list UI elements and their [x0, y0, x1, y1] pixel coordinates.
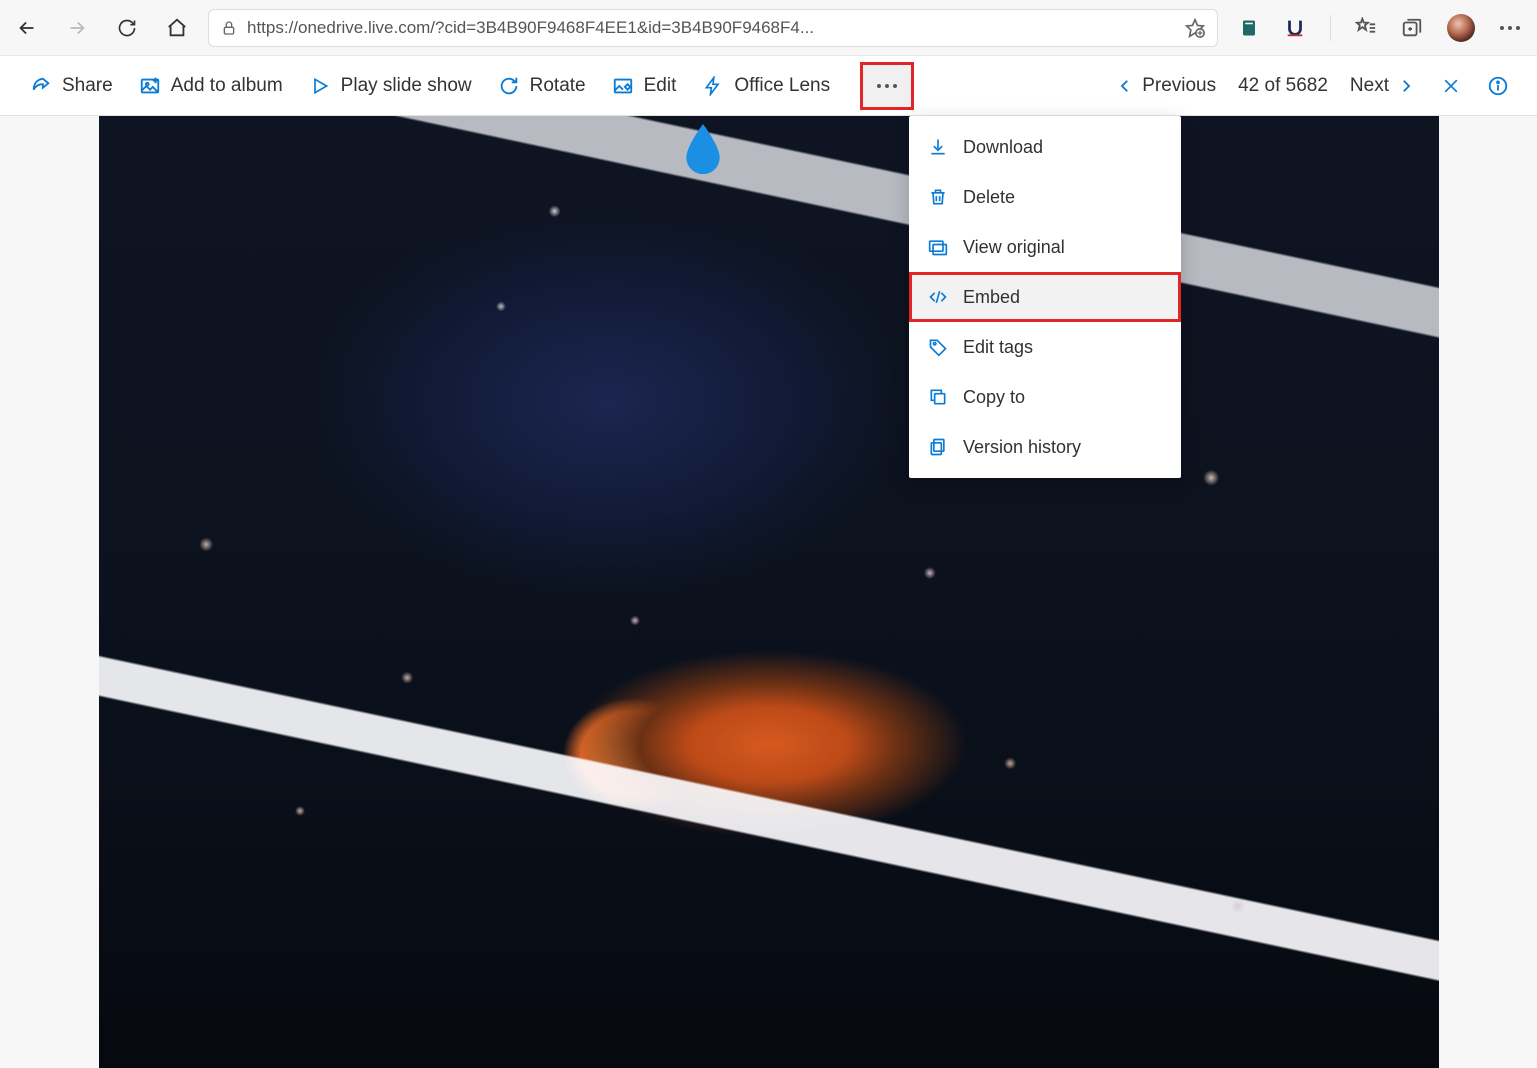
menu-edit-tags-label: Edit tags [963, 337, 1033, 358]
menu-view-original[interactable]: View original [909, 222, 1181, 272]
nav-buttons [16, 17, 188, 39]
edit-label: Edit [644, 75, 677, 97]
menu-download[interactable]: Download [909, 122, 1181, 172]
album-add-icon [139, 75, 161, 97]
menu-edit-tags[interactable]: Edit tags [909, 322, 1181, 372]
office-lens-label: Office Lens [734, 75, 830, 97]
menu-embed[interactable]: Embed [909, 272, 1181, 322]
back-button[interactable] [16, 17, 38, 39]
browser-menu-icon[interactable] [1499, 17, 1521, 39]
share-label: Share [62, 75, 113, 97]
extension-u-icon[interactable] [1284, 17, 1306, 39]
add-to-album-button[interactable]: Add to album [139, 75, 283, 97]
url-text: https://onedrive.live.com/?cid=3B4B90F94… [247, 18, 1175, 38]
edit-button[interactable]: Edit [612, 75, 677, 97]
ellipsis-icon [877, 84, 897, 88]
lock-icon [221, 20, 237, 36]
embed-icon [927, 286, 949, 308]
toolbar-right: Previous 42 of 5682 Next [1116, 75, 1509, 97]
next-button[interactable]: Next [1350, 75, 1415, 97]
rotate-icon [498, 75, 520, 97]
more-actions-menu: Download Delete View original Embed Edit… [909, 116, 1181, 478]
rotate-button[interactable]: Rotate [498, 75, 586, 97]
previous-label: Previous [1142, 75, 1216, 97]
info-button[interactable] [1487, 75, 1509, 97]
menu-delete[interactable]: Delete [909, 172, 1181, 222]
menu-copy-to-label: Copy to [963, 387, 1025, 408]
menu-view-original-label: View original [963, 237, 1065, 258]
edit-image-icon [612, 75, 634, 97]
favorite-icon[interactable] [1185, 18, 1205, 38]
rotate-label: Rotate [530, 75, 586, 97]
menu-version-history[interactable]: Version history [909, 422, 1181, 472]
view-original-icon [927, 236, 949, 258]
share-icon [30, 75, 52, 97]
share-button[interactable]: Share [30, 75, 113, 97]
more-actions-button[interactable] [860, 62, 914, 110]
photo-content[interactable] [99, 116, 1439, 1068]
menu-version-history-label: Version history [963, 437, 1081, 458]
extension-reader-icon[interactable] [1238, 17, 1260, 39]
home-button[interactable] [166, 17, 188, 39]
chevron-left-icon [1116, 77, 1134, 95]
menu-delete-label: Delete [963, 187, 1015, 208]
divider [1330, 15, 1331, 41]
collections-icon[interactable] [1401, 17, 1423, 39]
profile-avatar[interactable] [1447, 14, 1475, 42]
play-icon [309, 75, 331, 97]
browser-right-icons [1238, 14, 1521, 42]
previous-button[interactable]: Previous [1116, 75, 1216, 97]
page-index: 42 of 5682 [1238, 75, 1328, 97]
favorites-list-icon[interactable] [1355, 17, 1377, 39]
toolbar-left: Share Add to album Play slide show Rotat… [30, 62, 914, 110]
address-bar[interactable]: https://onedrive.live.com/?cid=3B4B90F94… [208, 9, 1218, 47]
menu-download-label: Download [963, 137, 1043, 158]
forward-button[interactable] [66, 17, 88, 39]
copy-icon [927, 386, 949, 408]
version-history-icon [927, 436, 949, 458]
close-button[interactable] [1437, 76, 1465, 96]
delete-icon [927, 186, 949, 208]
add-to-album-label: Add to album [171, 75, 283, 97]
download-icon [927, 136, 949, 158]
water-drop-icon [680, 124, 726, 170]
photo-viewer [0, 116, 1537, 1068]
chevron-right-icon [1397, 77, 1415, 95]
tag-icon [927, 336, 949, 358]
browser-toolbar: https://onedrive.live.com/?cid=3B4B90F94… [0, 0, 1537, 56]
menu-copy-to[interactable]: Copy to [909, 372, 1181, 422]
menu-embed-label: Embed [963, 287, 1020, 308]
office-lens-button[interactable]: Office Lens [702, 75, 830, 97]
lightning-icon [702, 75, 724, 97]
slideshow-label: Play slide show [341, 75, 472, 97]
onedrive-toolbar: Share Add to album Play slide show Rotat… [0, 56, 1537, 116]
next-label: Next [1350, 75, 1389, 97]
refresh-button[interactable] [116, 17, 138, 39]
play-slideshow-button[interactable]: Play slide show [309, 75, 472, 97]
